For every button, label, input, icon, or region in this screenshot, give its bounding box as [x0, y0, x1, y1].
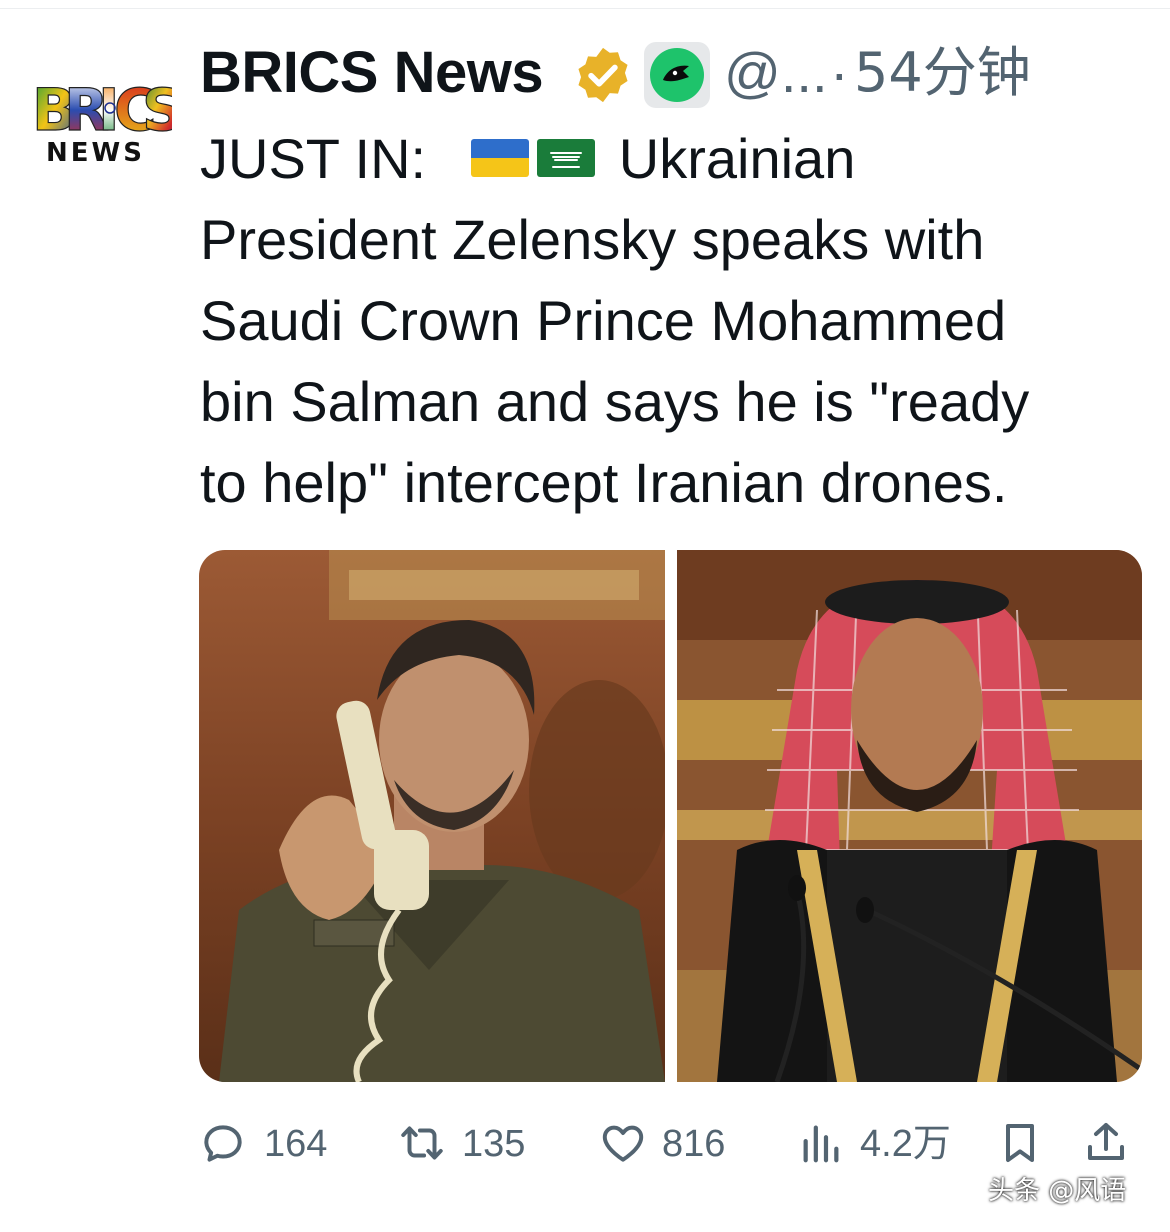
post-header: BRICS News @... · 54分钟 — [200, 38, 1140, 108]
bookmark-icon — [1006, 1124, 1034, 1162]
like-button[interactable]: 816 — [598, 1110, 728, 1178]
svg-text:S: S — [142, 78, 172, 138]
avatar[interactable]: B R I C S NEWS — [30, 78, 172, 170]
tweet-line-4: bin Salman and says he is "ready — [200, 370, 1030, 433]
repost-icon — [401, 1126, 443, 1160]
logo-news-text: NEWS — [46, 138, 145, 168]
reply-icon — [204, 1125, 242, 1162]
action-bar: 164 135 816 4.2万 — [198, 1110, 1148, 1178]
like-icon — [602, 1125, 644, 1162]
share-button[interactable] — [1082, 1110, 1134, 1178]
user-handle[interactable]: @... — [724, 38, 828, 108]
tweet-line-2: President Zelensky speaks with — [200, 208, 985, 271]
top-divider — [0, 8, 1170, 9]
header-separator: · — [830, 41, 849, 104]
views-icon — [803, 1125, 839, 1163]
media-grid[interactable] — [199, 550, 1142, 1082]
reply-button[interactable]: 164 — [198, 1110, 328, 1178]
saudi-arabia-flag-icon — [537, 139, 596, 178]
post-timestamp[interactable]: 54分钟 — [854, 38, 1031, 108]
repost-button[interactable]: 135 — [396, 1110, 526, 1178]
brics-logo: B R I C S — [31, 78, 172, 138]
watermark: 头条 @风语 — [988, 1176, 1127, 1206]
ukraine-flag-icon — [471, 139, 530, 178]
tweet-line-1: JUST IN: Ukrainian — [200, 118, 1150, 199]
tweet-line-3: Saudi Crown Prince Mohammed — [200, 289, 1007, 352]
reply-count: 164 — [264, 1123, 328, 1165]
display-name[interactable]: BRICS News — [200, 38, 544, 108]
share-icon — [1088, 1123, 1124, 1160]
like-count: 816 — [662, 1123, 726, 1165]
bookmark-button[interactable] — [996, 1110, 1048, 1178]
tweet-text-after-flags: Ukrainian — [618, 127, 856, 190]
views-button[interactable]: 4.2万 — [798, 1110, 958, 1178]
verified-badge-icon — [578, 47, 628, 103]
tweet-line-5: to help" intercept Iranian drones. — [200, 451, 1008, 514]
tweet-text-lead: JUST IN: — [200, 127, 427, 190]
media-app-icon — [644, 42, 710, 108]
views-count: 4.2万 — [860, 1123, 951, 1165]
tweet-text: JUST IN: Ukrainian President Zelensky sp… — [200, 118, 1150, 523]
photo-zelensky-on-phone[interactable] — [199, 550, 665, 1082]
repost-count: 135 — [462, 1123, 526, 1165]
photo-mohammed-bin-salman[interactable] — [677, 550, 1142, 1082]
